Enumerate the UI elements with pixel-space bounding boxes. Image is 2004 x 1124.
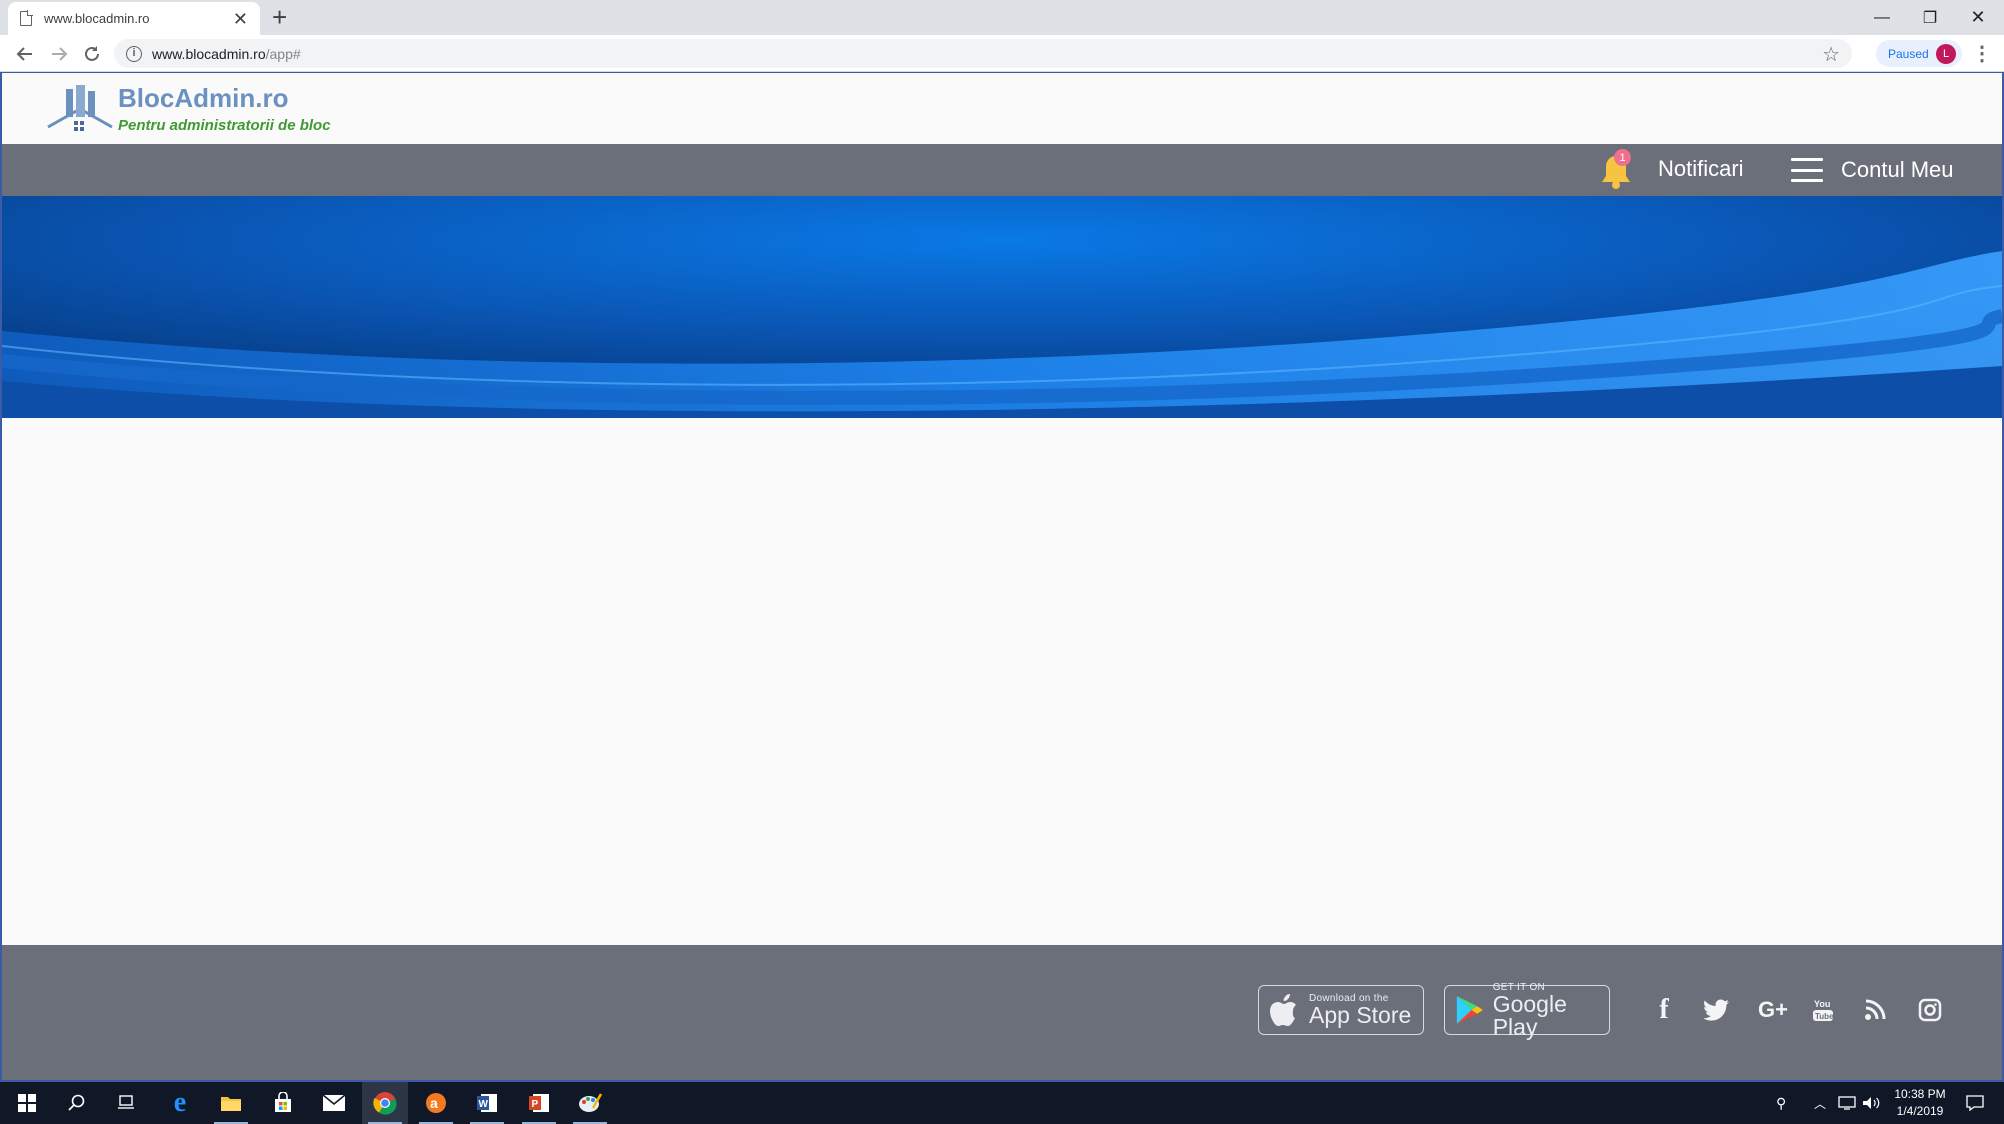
back-arrow-icon [16, 46, 32, 61]
forward-button[interactable] [44, 35, 74, 72]
url-host: www.blocadmin.ro [152, 45, 266, 62]
site-tagline: Pentru administratorii de bloc [118, 117, 331, 134]
browser-toolbar: i www.blocadmin.ro/app# ☆ Paused L [0, 35, 2004, 72]
google-play-icon [1456, 996, 1483, 1024]
task-view-icon[interactable] [103, 1082, 149, 1124]
svg-text:P: P [532, 1099, 539, 1110]
reload-button[interactable] [77, 35, 107, 72]
avatar: L [1936, 44, 1956, 64]
new-tab-button[interactable]: + [272, 4, 287, 30]
word-icon[interactable]: W [464, 1082, 510, 1124]
restore-button[interactable]: ❐ [1906, 0, 1954, 35]
show-hidden-icons-icon[interactable]: ︿ [1814, 1082, 1826, 1124]
page-icon [20, 10, 33, 26]
browser-tab[interactable]: www.blocadmin.ro ✕ [8, 2, 260, 35]
tab-close-icon[interactable]: ✕ [233, 10, 248, 28]
svg-text:Tube: Tube [1815, 1012, 1834, 1021]
clock-date: 1/4/2019 [1896, 1104, 1944, 1118]
main-content [2, 418, 2002, 945]
page-viewport: BlocAdmin.ro Pentru administratorii de b… [0, 72, 2004, 1082]
svg-text:W: W [479, 1099, 489, 1110]
hero-banner [2, 196, 2002, 418]
svg-text:a: a [430, 1095, 438, 1111]
volume-icon[interactable] [1862, 1082, 1880, 1124]
youtube-icon[interactable]: You Tube [1808, 995, 1838, 1025]
back-button[interactable] [10, 35, 40, 72]
taskbar-clock[interactable]: 10:38 PM 1/4/2019 [1880, 1086, 1960, 1120]
site-footer: Download on the App Store GET IT ON Goog… [2, 945, 2002, 1080]
profile-button[interactable]: Paused L [1876, 40, 1962, 67]
edge-icon[interactable]: e [157, 1082, 203, 1124]
site-info-icon[interactable]: i [126, 45, 142, 62]
close-window-button[interactable]: ✕ [1954, 0, 2002, 35]
people-icon[interactable]: ⚲ [1776, 1082, 1786, 1124]
reload-icon [85, 45, 99, 61]
blue-wave-background [2, 196, 2002, 418]
profile-status: Paused [1888, 46, 1929, 61]
google-plus-icon[interactable]: G+ [1753, 995, 1793, 1025]
action-center-icon[interactable] [1966, 1082, 1984, 1124]
app-store-big-text: App Store [1309, 1002, 1412, 1028]
clock-time: 10:38 PM [1894, 1087, 1946, 1101]
hamburger-menu-icon[interactable] [1791, 158, 1823, 182]
rss-icon[interactable] [1860, 995, 1890, 1025]
browser-tabstrip: www.blocadmin.ro ✕ + — ❐ ✕ [0, 0, 2004, 35]
store-icon[interactable] [260, 1082, 306, 1124]
google-play-button[interactable]: GET IT ON Google Play [1444, 982, 1610, 1038]
address-bar[interactable]: i www.blocadmin.ro/app# ☆ [114, 39, 1852, 68]
building-logo-icon[interactable] [46, 83, 114, 133]
facebook-icon[interactable]: f [1649, 994, 1679, 1025]
account-menu-link[interactable]: Contul Meu [1841, 157, 1954, 183]
url-path: /app# [265, 45, 301, 62]
paint-icon[interactable] [567, 1082, 613, 1124]
site-header: BlocAdmin.ro Pentru administratorii de b… [2, 73, 2002, 144]
mail-icon[interactable] [311, 1082, 357, 1124]
browser-menu-icon[interactable]: ⋮ [1970, 35, 1994, 72]
instagram-icon[interactable] [1915, 995, 1945, 1025]
minimize-button[interactable]: — [1858, 0, 1906, 35]
file-explorer-icon[interactable] [208, 1082, 254, 1124]
notification-count-badge: 1 [1614, 149, 1631, 166]
network-icon[interactable] [1838, 1082, 1856, 1124]
top-navbar: 1 Notificari Contul Meu [2, 144, 2002, 196]
avast-icon[interactable]: a [413, 1082, 459, 1124]
chrome-icon[interactable] [362, 1082, 408, 1124]
forward-arrow-icon [52, 46, 68, 61]
svg-text:You: You [1814, 999, 1830, 1009]
site-brand[interactable]: BlocAdmin.ro [118, 83, 288, 114]
app-store-button[interactable]: Download on the App Store [1258, 985, 1424, 1035]
apple-icon [1270, 994, 1296, 1026]
windows-taskbar: e a W P ⚲ ︿ 10:38 PM 1/4/2019 [0, 1082, 2004, 1124]
tab-title: www.blocadmin.ro [44, 11, 150, 26]
notifications-link[interactable]: Notificari [1658, 156, 1744, 182]
search-icon[interactable] [54, 1082, 100, 1124]
bookmark-star-icon[interactable]: ☆ [1822, 42, 1840, 67]
powerpoint-icon[interactable]: P [516, 1082, 562, 1124]
google-play-big-text: Google Play [1492, 990, 1567, 1040]
start-icon[interactable] [4, 1082, 50, 1124]
twitter-icon[interactable] [1702, 995, 1732, 1025]
